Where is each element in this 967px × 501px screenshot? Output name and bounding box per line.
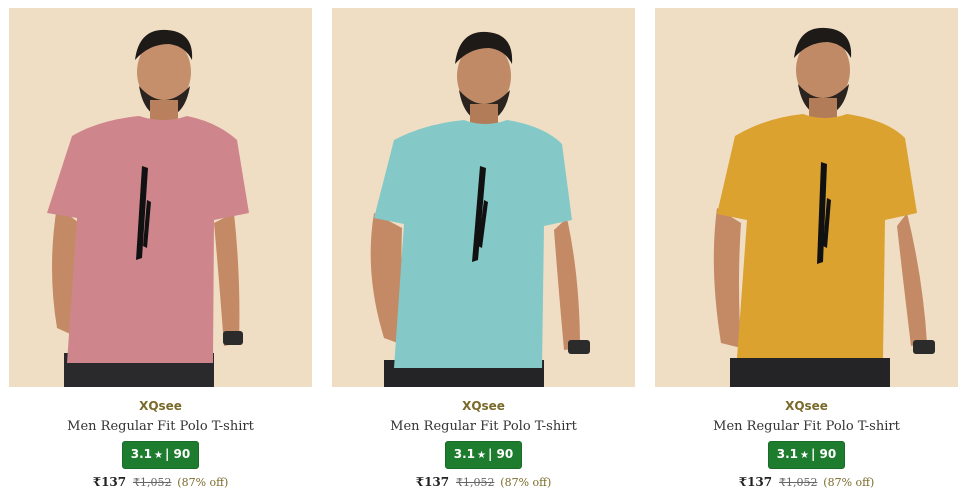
discount: (87% off) <box>177 476 229 489</box>
product-card[interactable]: XQsee Men Regular Fit Polo T-shirt 3.1 ★ |… <box>655 8 958 498</box>
price: ₹137 <box>738 475 773 489</box>
discount: (87% off) <box>500 476 552 489</box>
product-card[interactable]: XQsee Men Regular Fit Polo T-shirt 3.1 ★ |… <box>332 8 635 498</box>
rating-badge: 3.1 ★ | 90 <box>444 441 523 469</box>
model-photo <box>9 8 312 387</box>
product-title[interactable]: Men Regular Fit Polo T-shirt <box>332 419 635 434</box>
price: ₹137 <box>92 475 127 489</box>
mrp: ₹1,052 <box>778 476 818 489</box>
product-image[interactable] <box>9 8 312 387</box>
star-icon: ★ <box>154 450 163 461</box>
rating-count: 90 <box>819 447 837 461</box>
rating-value: 3.1 <box>453 447 476 461</box>
model-photo <box>332 8 635 387</box>
product-image[interactable] <box>655 8 958 387</box>
product-grid: XQsee Men Regular Fit Polo T-shirt 3.1 ★ |… <box>0 0 967 501</box>
mrp: ₹1,052 <box>455 476 495 489</box>
product-brand[interactable]: XQsee <box>655 399 958 413</box>
price-row: ₹137 ₹1,052 (87% off) <box>655 475 958 489</box>
price-row: ₹137 ₹1,052 (87% off) <box>332 475 635 489</box>
star-icon: ★ <box>477 450 486 461</box>
product-brand[interactable]: XQsee <box>9 399 312 413</box>
rating-value: 3.1 <box>776 447 799 461</box>
price-row: ₹137 ₹1,052 (87% off) <box>9 475 312 489</box>
discount: (87% off) <box>823 476 875 489</box>
rating-badge: 3.1 ★ | 90 <box>121 441 200 469</box>
rating-badge: 3.1 ★ | 90 <box>767 441 846 469</box>
product-title[interactable]: Men Regular Fit Polo T-shirt <box>655 419 958 434</box>
mrp: ₹1,052 <box>132 476 172 489</box>
rating-count: 90 <box>173 447 191 461</box>
product-card[interactable]: XQsee Men Regular Fit Polo T-shirt 3.1 ★ |… <box>9 8 312 498</box>
product-title[interactable]: Men Regular Fit Polo T-shirt <box>9 419 312 434</box>
product-brand[interactable]: XQsee <box>332 399 635 413</box>
rating-count: 90 <box>496 447 514 461</box>
price: ₹137 <box>415 475 450 489</box>
star-icon: ★ <box>800 450 809 461</box>
model-photo <box>655 8 958 387</box>
product-image[interactable] <box>332 8 635 387</box>
rating-value: 3.1 <box>130 447 153 461</box>
